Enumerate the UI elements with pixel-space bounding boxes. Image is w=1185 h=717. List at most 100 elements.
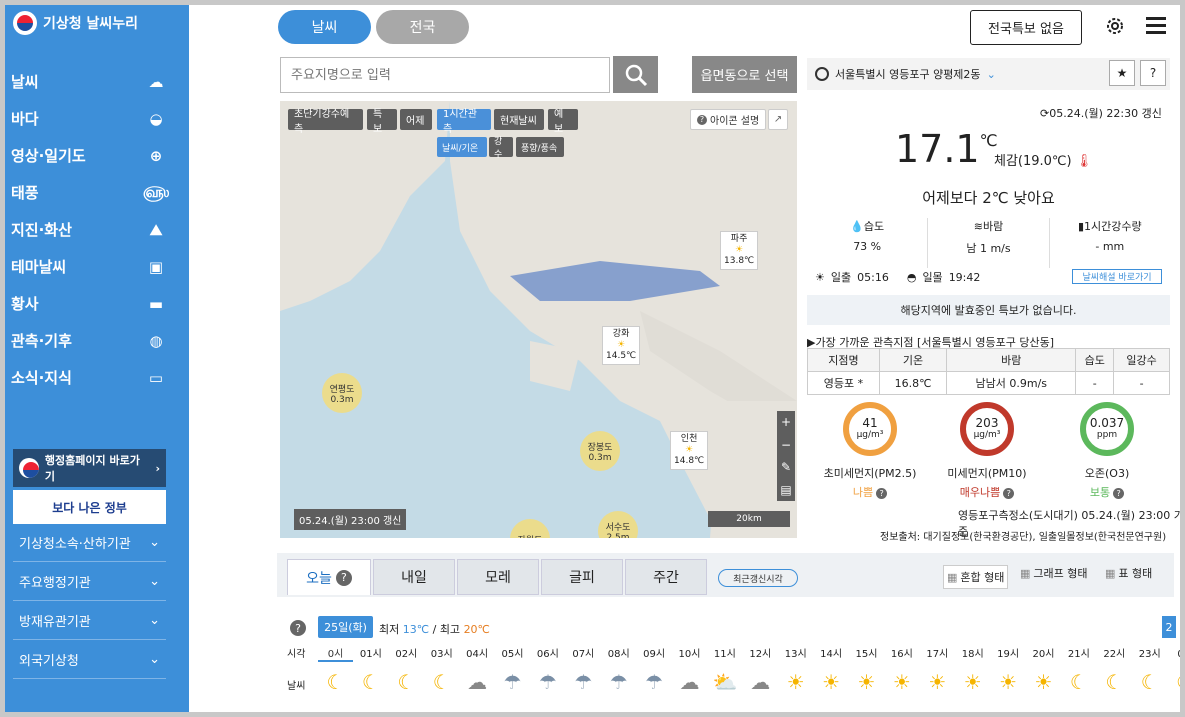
tab-weather[interactable]: 날씨 <box>278 10 371 44</box>
view-option-0[interactable]: ▦ 혼합 형태 <box>943 565 1009 589</box>
gauge-status-label: 나쁨 <box>852 486 874 499</box>
hamburger-menu-icon[interactable] <box>1146 16 1166 36</box>
map-weather-label-2[interactable]: 인천 ☀ 14.8℃ <box>670 431 709 470</box>
map-chip-2[interactable]: 어제 <box>400 109 432 130</box>
zoom-in-icon[interactable]: + <box>781 415 791 429</box>
target-icon[interactable] <box>815 67 829 81</box>
site-logo[interactable]: 기상청 날씨누리 <box>13 11 138 35</box>
external-link-icon[interactable]: ↗ <box>768 109 788 130</box>
wave-station-0[interactable]: 연평도 0.3m <box>322 373 362 413</box>
help-icon[interactable]: ? <box>876 488 888 499</box>
wave-station-1[interactable]: 장봉도 0.3m <box>580 431 620 471</box>
sun-cloud-icon: ⛅ <box>712 670 738 694</box>
map-subchip-1[interactable]: 강수 <box>489 137 513 160</box>
zoom-out-icon[interactable]: − <box>781 438 791 452</box>
map-subchip-2[interactable]: 풍향/풍속 <box>516 137 564 157</box>
hour-cell: 07시 <box>572 649 595 660</box>
earth-icon: ◍ <box>149 331 163 350</box>
sun-icon: ☀ <box>892 670 911 694</box>
map-chip-3[interactable]: 1시간관측 <box>437 109 491 135</box>
forecast-help-icon[interactable]: ? <box>290 620 306 636</box>
update-time: ⟳05.24.(월) 22:30 갱신 <box>1040 107 1162 120</box>
agency-link-2[interactable]: 방재유관기관 ⌄ <box>13 602 166 640</box>
agency-link-1[interactable]: 주요행정기관 ⌄ <box>13 563 166 601</box>
better-gov-banner[interactable]: 보다 나은 정부 <box>13 490 166 524</box>
agency-link-0[interactable]: 기상청소속·산하기관 ⌄ <box>13 524 166 562</box>
map-scale-label: 20km <box>736 514 762 524</box>
label-name: 인천 <box>680 434 698 444</box>
gauge-value: 41 <box>862 416 878 430</box>
min-value: 13℃ <box>402 623 430 636</box>
tab-nation[interactable]: 전국 <box>376 10 469 44</box>
forecast-tab-3[interactable]: 글피 <box>541 559 623 595</box>
gauge-status: 나쁨? <box>815 484 925 500</box>
help-icon[interactable]: ? <box>1113 488 1125 499</box>
weather-map[interactable]: ? 아이콘 설명 ↗ + − ✎ ▤ 20km 05.24.(월) 23:00 … <box>280 101 797 538</box>
hour-cell: 01시 <box>359 649 382 660</box>
menu-item-7[interactable]: 관측·기후 ◍ <box>5 322 189 359</box>
menu-item-6[interactable]: 황사 ▬ <box>5 285 189 322</box>
max-value: 20℃ <box>463 623 490 636</box>
special-report-button[interactable]: 전국특보 없음 <box>970 10 1082 45</box>
hour-cell: 03시 <box>430 649 453 660</box>
forecast-tab-0[interactable]: 오늘? <box>287 559 371 595</box>
hour-cell: 09시 <box>643 649 666 660</box>
menu-item-5[interactable]: 테마날씨 ▣ <box>5 248 189 285</box>
layers-icon[interactable]: ▤ <box>780 483 791 497</box>
star-icon[interactable]: ★ <box>1109 60 1135 86</box>
hour-cell: 06시 <box>536 649 559 660</box>
gauge-unit: ppm <box>1096 430 1118 440</box>
menu-item-0[interactable]: 날씨 ☁ <box>5 63 189 100</box>
forecast-tab-label: 글피 <box>569 570 595 586</box>
search-button[interactable] <box>613 56 658 93</box>
map-subchip-0[interactable]: 날씨/기온 <box>437 137 487 157</box>
map-chip-0[interactable]: 초단기강수예측 <box>288 109 363 135</box>
dong-select-button[interactable]: 읍면동으로 선택 <box>692 56 797 93</box>
map-weather-label-1[interactable]: 강화 ☀ 14.5℃ <box>602 326 641 365</box>
weather-explain-button[interactable]: 날씨해설 바로가기 <box>1072 269 1162 284</box>
station-name: 서수도 <box>605 522 631 533</box>
hour-cell: 22시 <box>1103 649 1126 660</box>
icon-help-button[interactable]: ? 아이콘 설명 <box>690 109 767 130</box>
next-date-badge[interactable]: 2 <box>1162 616 1176 638</box>
menu-item-8[interactable]: 소식·지식 ▭ <box>5 359 189 396</box>
forecast-tab-label: 내일 <box>401 570 427 586</box>
station-name: 자월도 <box>518 533 543 539</box>
menu-item-2[interactable]: 영상·일기도 ⊕ <box>5 137 189 174</box>
station-value: 0.3m <box>330 394 354 405</box>
chart-mixed-icon: ▦ <box>947 570 958 584</box>
menu-item-4[interactable]: 지진·화산 ⛰ <box>5 211 189 248</box>
korea-emblem-icon <box>13 11 37 35</box>
gov-homepage-label: 행정홈페이지 바로가기 <box>44 454 140 483</box>
obs-header: 바람 <box>946 348 1077 372</box>
map-chip-5[interactable]: 예보 <box>548 109 578 135</box>
forecast-tab-4[interactable]: 주간 <box>625 559 707 595</box>
map-chip-4[interactable]: 현재날씨 <box>494 109 544 130</box>
view-option-1[interactable]: ▦ 그래프 형태 <box>1020 565 1088 581</box>
forecast-tab-label: 모레 <box>485 570 511 586</box>
menu-item-3[interactable]: 태풍 ௵ <box>5 174 189 211</box>
agency-link-3[interactable]: 외국기상청 ⌄ <box>13 641 166 679</box>
help-button[interactable]: ? <box>1140 60 1166 86</box>
rain-icon: ☂ <box>538 670 557 694</box>
wave-icon: ◒ <box>149 109 163 128</box>
pencil-icon[interactable]: ✎ <box>781 460 791 474</box>
moon-icon: ☾ <box>1168 670 1185 694</box>
menu-item-1[interactable]: 바다 ◒ <box>5 100 189 137</box>
obs-cell: 남남서 0.9m/s <box>946 371 1077 395</box>
gear-icon[interactable] <box>1104 15 1126 37</box>
map-chip-1[interactable]: 특보 <box>367 109 397 135</box>
gov-homepage-link[interactable]: 행정홈페이지 바로가기 › <box>13 449 166 487</box>
map-zoom-controls: + − ✎ ▤ <box>777 411 795 501</box>
menu-item-label: 바다 <box>11 110 39 128</box>
latest-update-button[interactable]: 최근갱신시각 <box>718 569 798 587</box>
forecast-tab-1[interactable]: 내일 <box>373 559 455 595</box>
map-weather-label-0[interactable]: 파주 ☀ 13.8℃ <box>720 231 759 270</box>
hour-cell: 20시 <box>1032 649 1055 660</box>
search-input[interactable] <box>280 57 610 93</box>
help-icon[interactable]: ? <box>335 569 352 586</box>
forecast-tab-2[interactable]: 모레 <box>457 559 539 595</box>
help-icon[interactable]: ? <box>1003 488 1015 499</box>
sunrise-value: 05:16 <box>857 270 889 284</box>
view-option-2[interactable]: ▦ 표 형태 <box>1105 565 1152 581</box>
